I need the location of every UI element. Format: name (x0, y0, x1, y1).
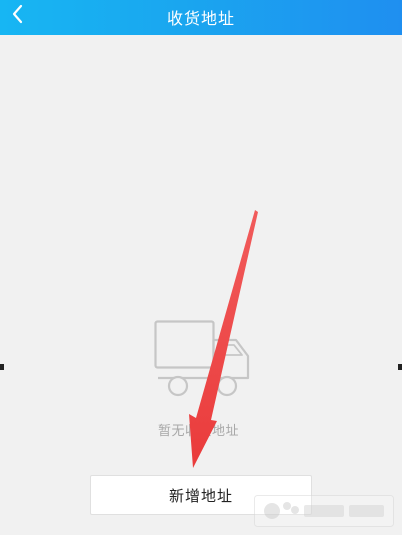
empty-address-text: 暂无收货地址 (158, 424, 240, 439)
red-annotation-arrow (189, 210, 258, 468)
truck-icon (154, 320, 250, 397)
top-navigation-bar: 收货地址 (0, 0, 402, 35)
empty-state: 暂无收货地址 (120, 315, 280, 445)
baidu-watermark-logo (254, 495, 394, 527)
page-title: 收货地址 (166, 9, 235, 28)
edge-marker-right (398, 364, 402, 370)
edge-marker-left (0, 364, 4, 370)
